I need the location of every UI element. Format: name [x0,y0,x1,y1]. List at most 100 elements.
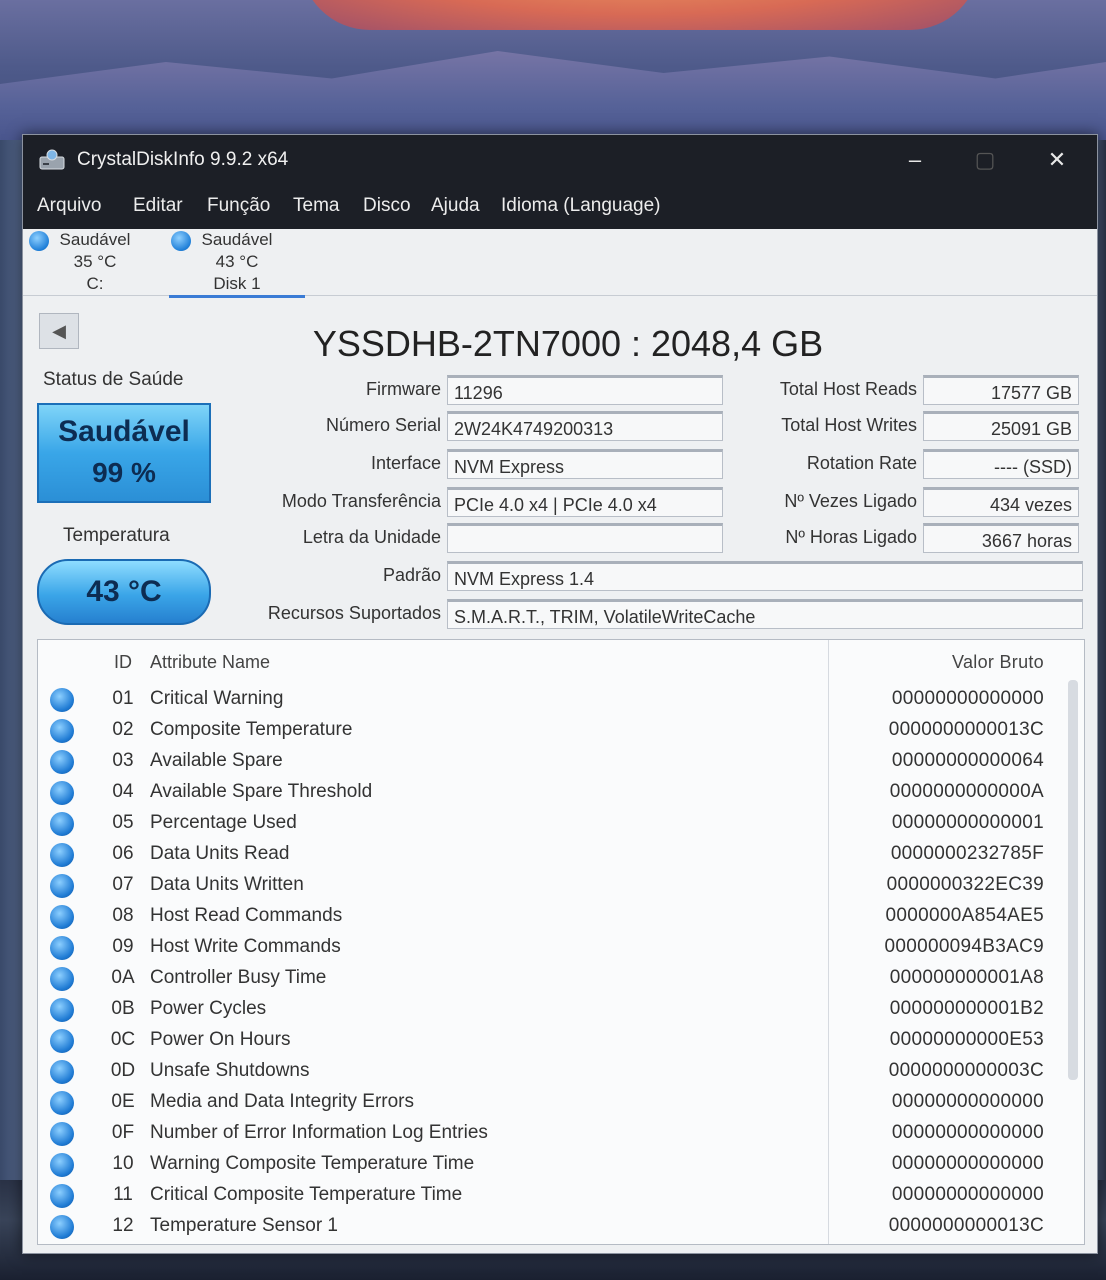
menu-tema[interactable]: Tema [293,195,339,217]
attribute-name: Power Cycles [150,998,267,1019]
drive-tab-disk1[interactable]: Saudável 43 °C Disk 1 [169,229,305,298]
status-dot-icon [50,750,74,774]
minimize-button[interactable]: – [895,143,935,177]
status-dot-icon [50,998,74,1022]
close-button[interactable]: ✕ [1037,143,1077,177]
attribute-id: 0A [111,967,135,988]
status-dot-icon [50,936,74,960]
menu-arquivo[interactable]: Arquivo [37,195,101,217]
status-dot-icon [50,781,74,805]
disk-app-icon [39,149,65,170]
table-row[interactable]: 07 Data Units Written 0000000322EC39 [38,870,1084,901]
table-row[interactable]: 10 Warning Composite Temperature Time 0000… [38,1149,1084,1180]
menu-ajuda[interactable]: Ajuda [431,195,480,217]
smart-attribute-table[interactable]: ID Attribute Name Valor Bruto 01 Critical… [37,639,1085,1245]
header-id[interactable]: ID [98,652,148,673]
attribute-id: 03 [112,750,134,771]
status-dot-icon [50,1215,74,1239]
attribute-name: Data Units Read [150,843,290,864]
table-row[interactable]: 11 Critical Composite Temperature Time 000… [38,1180,1084,1211]
drive-name: C: [86,274,104,293]
previous-disk-button[interactable]: ◀ [39,313,79,349]
attribute-raw-value: 00000000000000 [891,1184,1044,1205]
attribute-id: 01 [112,688,134,709]
arrow-left-icon: ◀ [52,321,66,341]
temperature-label: Temperatura [63,525,170,546]
table-row[interactable]: 05 Percentage Used 00000000000001 [38,808,1084,839]
attribute-raw-value: 0000000232785F [890,843,1044,864]
attribute-name: Controller Busy Time [150,967,327,988]
table-row[interactable]: 0D Unsafe Shutdowns 0000000000003C [38,1056,1084,1087]
health-dot-icon [171,231,191,251]
table-row[interactable]: 0F Number of Error Information Log Entrie… [38,1118,1084,1149]
attribute-raw-value: 00000000000000 [891,1153,1044,1174]
header-raw-value[interactable]: Valor Bruto [952,652,1044,673]
interface-value: NVM Express [447,449,723,479]
attribute-id: 06 [112,843,134,864]
table-row[interactable]: 12 Temperature Sensor 1 0000000000013C [38,1211,1084,1242]
attribute-raw-value: 000000000001B2 [889,998,1044,1019]
table-row[interactable]: 0C Power On Hours 00000000000E53 [38,1025,1084,1056]
drive-temp: 35 °C [73,252,117,271]
drive-tab-c[interactable]: Saudável 35 °C C: [27,229,163,295]
table-row[interactable]: 02 Composite Temperature 0000000000013C [38,715,1084,746]
table-row[interactable]: 0E Media and Data Integrity Errors 0000000… [38,1087,1084,1118]
attribute-raw-value: 000000000001A8 [889,967,1044,988]
title-bar[interactable]: CrystalDiskInfo 9.9.2 x64 – ▢ ✕ [23,135,1097,187]
menu-disco[interactable]: Disco [363,195,411,217]
attribute-raw-value: 0000000A854AE5 [885,905,1044,926]
table-row[interactable]: 04 Available Spare Threshold 0000000000000… [38,777,1084,808]
attribute-name: Available Spare Threshold [150,781,373,802]
drive-name: Disk 1 [213,274,261,293]
attribute-id: 08 [112,905,134,926]
attribute-id: 04 [112,781,134,802]
serial-label: Número Serial [325,415,441,435]
attribute-name: Data Units Written [150,874,304,895]
attribute-id: 0B [111,998,135,1019]
attribute-id: 0C [110,1029,136,1050]
transfer-mode-value: PCIe 4.0 x4 | PCIe 4.0 x4 [447,487,723,517]
maximize-button[interactable]: ▢ [965,143,1005,177]
sunset-glow [300,0,980,30]
drive-letter-value [447,523,723,553]
attribute-id: 12 [112,1215,134,1236]
status-dot-icon [50,1091,74,1115]
table-row[interactable]: 0A Controller Busy Time 000000000001A8 [38,963,1084,994]
header-attribute-name[interactable]: Attribute Name [150,652,270,673]
health-status-box[interactable]: Saudável 99 % [37,403,211,503]
menu-funcao[interactable]: Função [207,195,270,217]
attribute-raw-value: 0000000000013C [888,719,1044,740]
menu-editar[interactable]: Editar [133,195,183,217]
disk-model-title: YSSDHB-2TN7000 : 2048,4 GB [312,323,824,364]
menu-idioma[interactable]: Idioma (Language) [501,195,661,217]
rotation-rate-value: ---- (SSD) [923,449,1079,479]
attribute-name: Media and Data Integrity Errors [150,1091,415,1112]
table-row[interactable]: 03 Available Spare 00000000000064 [38,746,1084,777]
attribute-name: Power On Hours [150,1029,291,1050]
transfer-mode-label: Modo Transferência [281,491,441,511]
status-dot-icon [50,719,74,743]
table-row[interactable]: 0B Power Cycles 000000000001B2 [38,994,1084,1025]
status-dot-icon [50,812,74,836]
attribute-name: Critical Composite Temperature Time [150,1184,463,1205]
health-percent: 99 % [92,457,156,488]
table-row[interactable]: 09 Host Write Commands 000000094B3AC9 [38,932,1084,963]
attribute-id: 02 [112,719,134,740]
attribute-name: Warning Composite Temperature Time [150,1153,475,1174]
health-dot-icon [29,231,49,251]
table-row[interactable]: 08 Host Read Commands 0000000A854AE5 [38,901,1084,932]
attribute-raw-value: 00000000000000 [891,688,1044,709]
status-dot-icon [50,874,74,898]
attribute-name: Unsafe Shutdowns [150,1060,310,1081]
attribute-id: 11 [113,1184,133,1205]
attribute-name: Number of Error Information Log Entries [150,1122,488,1143]
status-dot-icon [50,1153,74,1177]
table-row[interactable]: 01 Critical Warning 00000000000000 [38,684,1084,715]
table-row[interactable]: 06 Data Units Read 0000000232785F [38,839,1084,870]
attribute-raw-value: 00000000000001 [891,812,1044,833]
status-dot-icon [50,1184,74,1208]
temperature-box[interactable]: 43 °C [37,559,211,625]
attribute-raw-value: 0000000000003C [888,1060,1044,1081]
health-status-label: Status de Saúde [43,369,184,390]
attribute-raw-value: 00000000000000 [891,1091,1044,1112]
